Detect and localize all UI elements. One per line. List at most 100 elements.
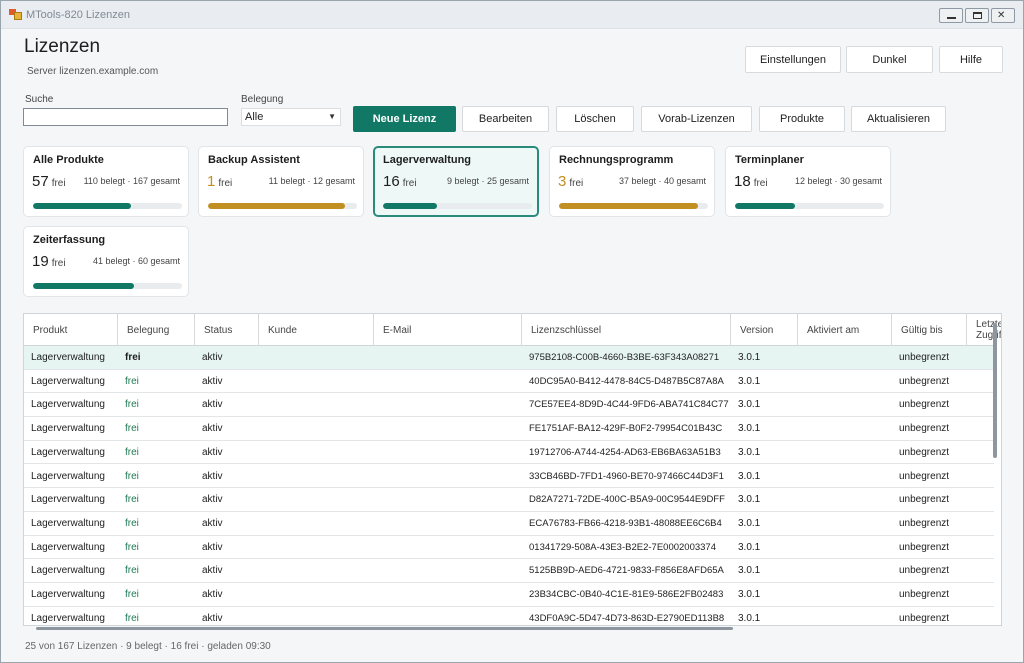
card-free-count: 1 frei	[207, 173, 233, 190]
horizontal-scrollbar[interactable]	[36, 627, 733, 630]
table-row[interactable]: Lagerverwaltung frei aktiv 19712706-A744-42…	[24, 440, 994, 465]
table-row[interactable]: Lagerverwaltung frei aktiv 01341729-508A-43…	[24, 535, 994, 560]
dark-mode-button[interactable]: Dunkel	[846, 46, 933, 73]
table-cell-gueltig: unbegrenzt	[899, 494, 950, 506]
table-cell-belegung: frei	[125, 375, 139, 387]
column-header[interactable]: Lizenzschlüssel	[522, 314, 731, 346]
card-usage-fill	[33, 283, 135, 289]
table-cell-gueltig: unbegrenzt	[899, 612, 950, 624]
product-card[interactable]: Backup Assistent 1 frei 11 belegt · 12 gesa…	[198, 146, 364, 217]
table-row[interactable]: Lagerverwaltung frei aktiv 7CE57EE4-8D9D-4C…	[24, 393, 994, 418]
table-cell-key: 43DF0A9C-5D47-4D73-863D-E2790ED113B8	[529, 612, 725, 624]
table-header: Produkt Belegung Status Kunde E-Mail Lizenzsc…	[24, 314, 1001, 346]
card-product-name: Rechnungsprogramm	[559, 154, 674, 166]
settings-button[interactable]: Einstellungen	[745, 46, 841, 73]
card-free-count: 3 frei	[558, 173, 584, 190]
table-cell-version: 3.0.1	[738, 589, 761, 600]
product-card[interactable]: Rechnungsprogramm 3 frei 37 belegt · 40 ges…	[549, 146, 715, 217]
table-cell-aktiviert	[798, 607, 892, 625]
table-cell-email	[374, 583, 522, 606]
table-cell-kunde	[259, 536, 374, 559]
product-card[interactable]: Lagerverwaltung 16 frei 9 belegt · 25 gesam…	[373, 146, 539, 217]
card-usage-fill	[559, 203, 698, 209]
table-cell-kunde	[259, 488, 374, 511]
product-card[interactable]: Alle Produkte 57 frei 110 belegt · 167 gesa…	[23, 146, 189, 217]
close-button[interactable]: ✕	[991, 8, 1015, 23]
table-cell-belegung: frei	[125, 517, 139, 529]
table-cell-key: D82A7271-72DE-400C-B5A9-00C9544E9DFF	[529, 494, 725, 506]
table-cell-version: 3.0.1	[738, 494, 761, 506]
table-cell-email	[374, 512, 522, 535]
table-cell-belegung: frei	[125, 470, 139, 482]
table-row[interactable]: Lagerverwaltung frei aktiv FE1751AF-BA12-42…	[24, 417, 994, 441]
table-cell-key: 19712706-A744-4254-AD63-EB6BA63A51B3	[529, 446, 721, 458]
card-usage-fill	[383, 203, 437, 209]
card-usage-fill	[33, 203, 132, 209]
belegung-select[interactable]: Alle ▼	[241, 108, 341, 126]
table-row[interactable]: Lagerverwaltung frei aktiv 975B2108-C00B-46…	[24, 346, 994, 370]
table-cell-gueltig: unbegrenzt	[899, 541, 950, 553]
table-row[interactable]: Lagerverwaltung frei aktiv ECA76783-FB66-42…	[24, 511, 994, 536]
table-cell-belegung: frei	[125, 399, 139, 411]
product-card[interactable]: Zeiterfassung 19 frei 41 belegt · 60 gesamt	[23, 226, 189, 297]
table-cell-aktiviert	[798, 583, 892, 606]
table-cell-produkt: Lagerverwaltung	[31, 612, 105, 624]
table-cell-gueltig: unbegrenzt	[899, 565, 950, 577]
table-cell-kunde	[259, 559, 374, 582]
table-cell-status: aktiv	[202, 541, 223, 553]
column-header[interactable]: Kunde	[259, 314, 374, 346]
column-header[interactable]: Version	[731, 314, 798, 346]
table-row[interactable]: Lagerverwaltung frei aktiv D82A7271-72DE-40…	[24, 488, 994, 512]
table-cell-gueltig: unbegrenzt	[899, 423, 950, 435]
table-cell-key: 23B34CBC-0B40-4C1E-81E9-586E2FB02483	[529, 589, 724, 600]
column-header[interactable]: Gültig bis	[892, 314, 967, 346]
card-usage-meta: 9 belegt · 25 gesamt	[446, 176, 529, 186]
page-title: Lizenzen	[24, 36, 101, 57]
table-cell-gueltig: unbegrenzt	[899, 517, 950, 529]
minimize-button[interactable]	[939, 8, 963, 23]
table-row[interactable]: Lagerverwaltung frei aktiv 40DC95A0-B412-44…	[24, 369, 994, 394]
column-header[interactable]: E-Mail	[374, 314, 522, 346]
table-cell-version: 3.0.1	[738, 517, 761, 529]
refresh-button[interactable]: Aktualisieren	[851, 106, 946, 132]
help-button[interactable]: Hilfe	[939, 46, 1003, 73]
column-header[interactable]: Belegung	[118, 314, 195, 346]
delete-button[interactable]: Löschen	[556, 106, 634, 132]
pre-licenses-button[interactable]: Vorab-Lizenzen	[641, 106, 752, 132]
maximize-button[interactable]	[965, 8, 989, 23]
table-cell-key: 40DC95A0-B412-4478-84C5-D487B5C87A8A	[529, 375, 724, 387]
column-header[interactable]: Status	[195, 314, 259, 346]
table-cell-produkt: Lagerverwaltung	[31, 589, 105, 600]
table-cell-version: 3.0.1	[738, 423, 761, 435]
table-row[interactable]: Lagerverwaltung frei aktiv 5125BB9D-AED6-47…	[24, 559, 994, 583]
table-cell-belegung: frei	[125, 446, 139, 458]
column-header[interactable]: Produkt	[24, 314, 118, 346]
table-cell-status: aktiv	[202, 612, 223, 624]
table-cell-status: aktiv	[202, 399, 223, 411]
table-row[interactable]: Lagerverwaltung frei aktiv 23B34CBC-0B40-4C…	[24, 583, 994, 607]
table-cell-belegung: frei	[125, 423, 139, 435]
card-usage-bar	[33, 203, 182, 209]
table-cell-status: aktiv	[202, 565, 223, 577]
table-row[interactable]: Lagerverwaltung frei aktiv 33CB46BD-7FD1-49…	[24, 464, 994, 489]
table-cell-produkt: Lagerverwaltung	[31, 446, 105, 458]
product-card[interactable]: Terminplaner 18 frei 12 belegt · 30 gesamt	[725, 146, 891, 217]
new-license-button[interactable]: Neue Lizenz	[353, 106, 456, 132]
products-button[interactable]: Produkte	[759, 106, 845, 132]
table-cell-aktiviert	[798, 370, 892, 393]
table-cell-belegung: frei	[125, 612, 139, 624]
card-product-name: Zeiterfassung	[33, 234, 106, 246]
table-cell-email	[374, 441, 522, 464]
table-cell-aktiviert	[798, 512, 892, 535]
edit-button[interactable]: Bearbeiten	[462, 106, 549, 132]
search-input[interactable]	[23, 108, 228, 126]
table-cell-gueltig: unbegrenzt	[899, 470, 950, 482]
table-row[interactable]: Lagerverwaltung frei aktiv 43DF0A9C-5D47-4D…	[24, 606, 994, 625]
table-cell-gueltig: unbegrenzt	[899, 589, 950, 600]
table-cell-email	[374, 465, 522, 488]
table-cell-email	[374, 346, 522, 369]
table-cell-produkt: Lagerverwaltung	[31, 541, 105, 553]
column-header[interactable]: Aktiviert am	[798, 314, 892, 346]
table-cell-version: 3.0.1	[738, 612, 761, 624]
vertical-scrollbar[interactable]	[993, 323, 997, 458]
